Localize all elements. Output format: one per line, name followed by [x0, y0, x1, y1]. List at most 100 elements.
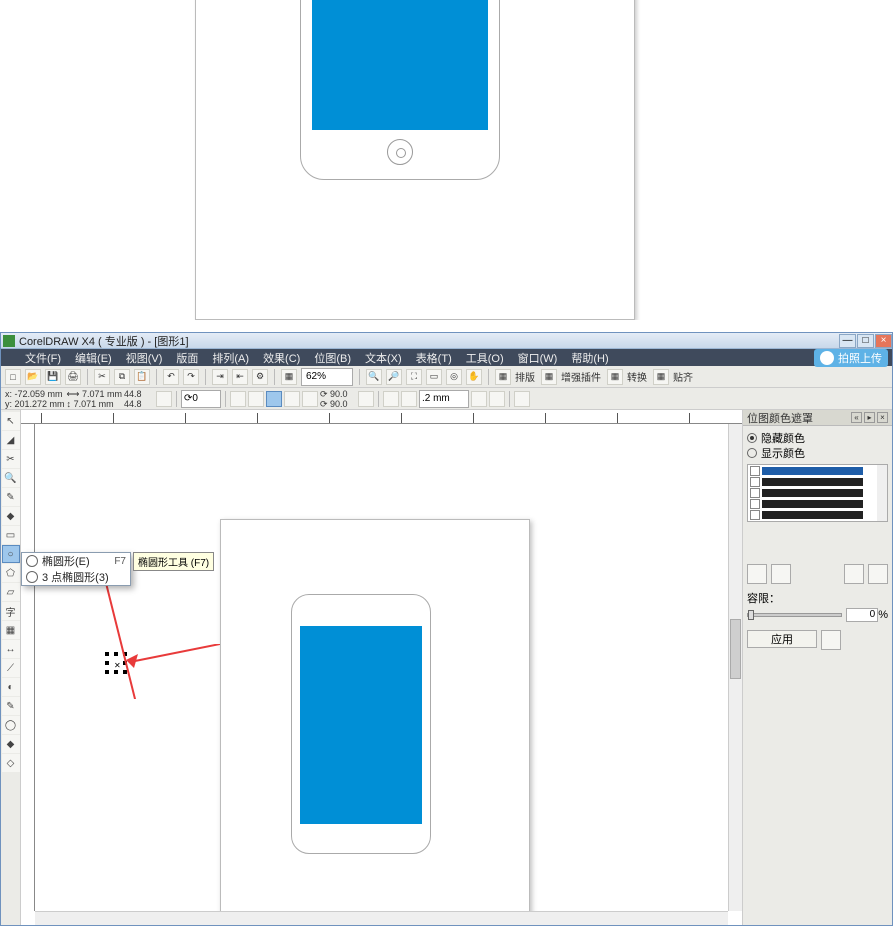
open-button[interactable]: 📂	[25, 369, 41, 385]
print-button[interactable]: 🖨	[65, 369, 81, 385]
tolerance-input[interactable]: 0	[846, 608, 878, 622]
new-button[interactable]: □	[5, 369, 21, 385]
menu-edit[interactable]: 编辑(E)	[69, 349, 118, 367]
color-swatch[interactable]	[762, 489, 863, 497]
swatch-checkbox[interactable]	[750, 499, 760, 509]
menu-view[interactable]: 视图(V)	[120, 349, 169, 367]
zoom-page-button[interactable]: ▭	[426, 369, 442, 385]
zoom-level-select[interactable]: 62%	[301, 368, 353, 386]
upload-button[interactable]: 拍照上传	[814, 349, 888, 367]
undo-button[interactable]: ↶	[163, 369, 179, 385]
options-button[interactable]: ⚙	[252, 369, 268, 385]
ellipse-tool[interactable]: ○	[2, 545, 20, 563]
connector-tool[interactable]: ⟋	[2, 659, 20, 677]
arc-mode-button[interactable]	[302, 391, 318, 407]
freehand-tool[interactable]: ✎	[2, 488, 20, 506]
dimension-tool[interactable]: ↔	[2, 640, 20, 658]
tolerance-slider[interactable]	[747, 613, 842, 617]
flyout-ellipse[interactable]: 椭圆形(E) F7	[22, 553, 130, 569]
group-snap[interactable]: ▦贴齐	[653, 369, 695, 385]
pie-mode-button[interactable]	[284, 391, 300, 407]
zoom-selection-button[interactable]: ◎	[446, 369, 462, 385]
eyedropper-tool[interactable]: ✎	[2, 697, 20, 715]
menu-window[interactable]: 窗口(W)	[512, 349, 564, 367]
cut-button[interactable]: ✂	[94, 369, 110, 385]
save-mask-button[interactable]	[844, 564, 864, 584]
zoom-out-button[interactable]: 🔎	[386, 369, 402, 385]
interactive-fill-tool[interactable]: ◇	[2, 754, 20, 772]
docker-title-bar[interactable]: 位图颜色遮罩 « ▸ ×	[743, 410, 892, 426]
ellipse-mode-button[interactable]	[266, 391, 282, 407]
swatch-checkbox[interactable]	[750, 477, 760, 487]
app-launcher-button[interactable]: ▦	[281, 369, 297, 385]
swatch-row[interactable]: 0	[748, 476, 887, 487]
color-swatch[interactable]	[762, 500, 863, 508]
rectangle-tool[interactable]: ▭	[2, 526, 20, 544]
target-button[interactable]	[514, 391, 530, 407]
direction-button[interactable]	[358, 391, 374, 407]
horizontal-scrollbar[interactable]	[35, 911, 728, 925]
close-button[interactable]: ×	[875, 334, 892, 348]
wrap-text-button[interactable]	[383, 391, 399, 407]
apply-button[interactable]: 应用	[747, 630, 817, 648]
remove-mask-button[interactable]	[821, 630, 841, 650]
outline-width-select[interactable]: .2 mm	[419, 390, 469, 408]
to-front-button[interactable]	[401, 391, 417, 407]
group-plugin[interactable]: ▦增强插件	[541, 369, 603, 385]
scrollbar-thumb[interactable]	[730, 619, 741, 679]
to-curves-button[interactable]	[471, 391, 487, 407]
menu-bitmap[interactable]: 位图(B)	[308, 349, 357, 367]
smart-fill-tool[interactable]: ◆	[2, 507, 20, 525]
import-button[interactable]: ⇥	[212, 369, 228, 385]
open-mask-button[interactable]	[868, 564, 888, 584]
zoom-tool[interactable]: 🔍	[2, 469, 20, 487]
color-swatch[interactable]	[762, 511, 863, 519]
menu-text[interactable]: 文本(X)	[359, 349, 408, 367]
drawing-canvas[interactable]: ✕	[35, 424, 728, 911]
menu-file[interactable]: 文件(F)	[19, 349, 67, 367]
zoom-in-button[interactable]: 🔍	[366, 369, 382, 385]
crop-tool[interactable]: ✂	[2, 450, 20, 468]
edit-color-button[interactable]	[771, 564, 791, 584]
convert-button[interactable]	[489, 391, 505, 407]
eyedropper-button[interactable]	[747, 564, 767, 584]
swatch-row[interactable]: 0	[748, 465, 887, 476]
flyout-3pt-ellipse[interactable]: 3 点椭圆形(3)	[22, 569, 130, 585]
minimize-button[interactable]: —	[839, 334, 856, 348]
shape-tool[interactable]: ◢	[2, 431, 20, 449]
docker-collapse-icon[interactable]: «	[851, 412, 862, 423]
radio-hide-colors[interactable]: 隐藏颜色	[747, 430, 888, 445]
horizontal-ruler[interactable]: -100-50050100150200250300350	[21, 410, 742, 424]
group-typeset[interactable]: ▦排版	[495, 369, 537, 385]
swatch-checkbox[interactable]	[750, 510, 760, 520]
swatch-checkbox[interactable]	[750, 466, 760, 476]
menu-layout[interactable]: 版面	[170, 349, 204, 367]
color-swatch-list[interactable]: 0 0 0 0	[747, 464, 888, 522]
docker-close-icon[interactable]: ×	[877, 412, 888, 423]
text-tool[interactable]: 字	[2, 602, 20, 620]
swatch-row[interactable]: 0	[748, 509, 887, 520]
menu-tools[interactable]: 工具(O)	[460, 349, 510, 367]
swatch-checkbox[interactable]	[750, 488, 760, 498]
save-button[interactable]: 💾	[45, 369, 61, 385]
swatch-row[interactable]: 0	[748, 498, 887, 509]
swatch-scroll[interactable]	[877, 465, 887, 521]
menu-help[interactable]: 帮助(H)	[565, 349, 614, 367]
paste-button[interactable]: 📋	[134, 369, 150, 385]
mirror-v-button[interactable]	[248, 391, 264, 407]
menu-effects[interactable]: 效果(C)	[257, 349, 306, 367]
color-swatch[interactable]	[762, 478, 863, 486]
menu-table[interactable]: 表格(T)	[410, 349, 458, 367]
ellipse-tool-flyout[interactable]: 椭圆形(E) F7 3 点椭圆形(3)	[21, 552, 131, 586]
docker-menu-icon[interactable]: ▸	[864, 412, 875, 423]
interactive-tool[interactable]: ◐	[2, 678, 20, 696]
copy-button[interactable]: ⧉	[114, 369, 130, 385]
fill-tool[interactable]: ◆	[2, 735, 20, 753]
pan-button[interactable]: ✋	[466, 369, 482, 385]
pick-tool[interactable]: ↖	[2, 412, 20, 430]
outline-tool[interactable]: ◯	[2, 716, 20, 734]
vertical-scrollbar[interactable]	[728, 424, 742, 911]
rotation-input[interactable]: ⟳0	[181, 390, 221, 408]
maximize-button[interactable]: □	[857, 334, 874, 348]
polygon-tool[interactable]: ⬠	[2, 564, 20, 582]
